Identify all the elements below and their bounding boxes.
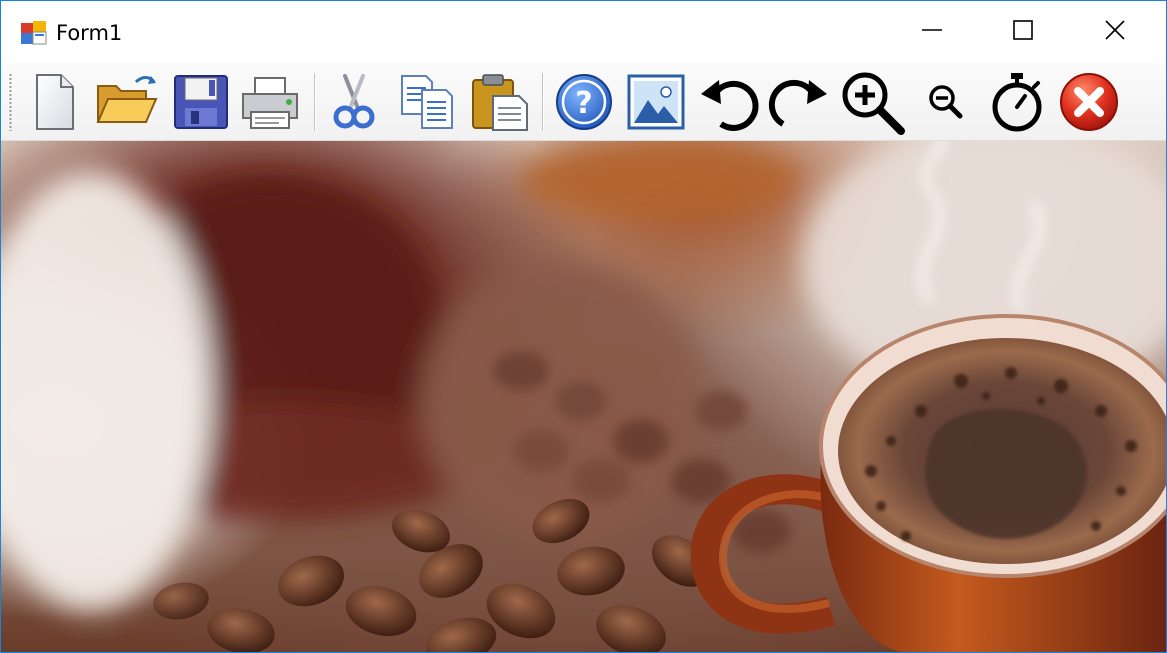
minimize-button[interactable] <box>886 1 978 63</box>
close-icon <box>1104 19 1126 46</box>
close-red-icon <box>1058 71 1120 133</box>
window-title: Form1 <box>56 21 123 45</box>
open-folder-icon <box>94 72 160 132</box>
picture-icon <box>626 72 686 132</box>
maximize-button[interactable] <box>977 1 1069 63</box>
form-app-icon <box>20 20 48 46</box>
zoom-out-icon <box>926 82 966 122</box>
redo-button[interactable] <box>766 69 832 135</box>
new-button[interactable] <box>21 69 87 135</box>
picture-box <box>1 141 1166 652</box>
paste-clipboard-icon <box>469 72 531 132</box>
title-bar[interactable]: Form1 <box>1 1 1166 63</box>
undo-icon <box>697 72 761 132</box>
cut-button[interactable] <box>321 69 387 135</box>
open-button[interactable] <box>94 69 160 135</box>
main-window: Form1 ? <box>0 0 1167 653</box>
copy-button[interactable] <box>394 69 460 135</box>
scissors-icon <box>329 72 379 132</box>
toolbar-separator <box>542 73 544 131</box>
save-disk-icon <box>171 72 229 132</box>
new-document-icon <box>26 72 82 132</box>
minimize-icon <box>921 19 943 46</box>
exit-button[interactable] <box>1056 69 1122 135</box>
svg-text:?: ? <box>575 86 592 121</box>
redo-icon <box>767 72 831 132</box>
maximize-icon <box>1012 19 1034 46</box>
toolbar-grip[interactable] <box>9 73 12 131</box>
print-button[interactable] <box>237 69 303 135</box>
coffee-cup-and-beans-photo <box>1 141 1166 652</box>
printer-icon <box>239 72 301 132</box>
save-button[interactable] <box>167 69 233 135</box>
zoom-in-icon <box>839 69 905 135</box>
help-button[interactable]: ? <box>551 69 617 135</box>
paste-button[interactable] <box>467 69 533 135</box>
stopwatch-icon <box>987 71 1047 133</box>
undo-button[interactable] <box>696 69 762 135</box>
timer-button[interactable] <box>984 69 1050 135</box>
toolbar-separator <box>314 73 316 131</box>
picture-button[interactable] <box>623 69 689 135</box>
help-icon: ? <box>554 72 614 132</box>
zoom-out-button[interactable] <box>913 69 979 135</box>
close-window-button[interactable] <box>1069 1 1161 63</box>
zoom-in-button[interactable] <box>839 69 905 135</box>
copy-icon <box>396 72 458 132</box>
toolbar: ? <box>1 63 1166 141</box>
